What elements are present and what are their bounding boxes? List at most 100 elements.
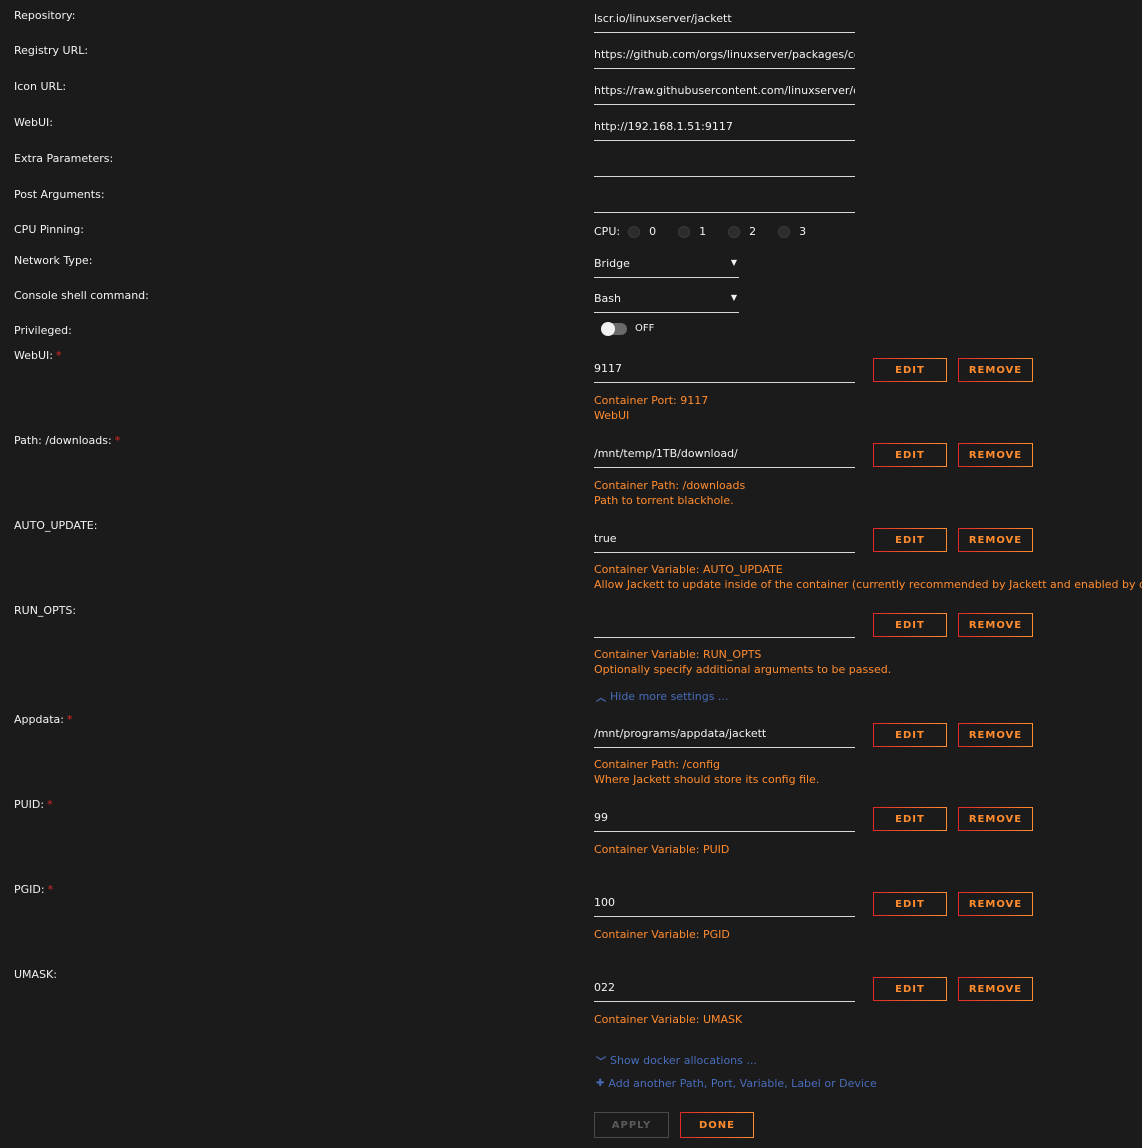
edit-button[interactable]: EDIT — [873, 613, 947, 637]
edit-button[interactable]: EDIT — [873, 807, 947, 831]
config-auto-update-input[interactable]: true — [594, 527, 855, 553]
config-desc-line1: Container Variable: UMASK — [594, 1013, 743, 1026]
config-value: 022 — [594, 981, 615, 994]
hide-more-settings-text: Hide more settings ... — [610, 690, 729, 703]
hide-more-settings-link[interactable]: ︿ Hide more settings ... — [596, 689, 728, 704]
config-label-downloads: Path: /downloads: * — [14, 434, 120, 448]
config-desc-line2: Optionally specify additional arguments … — [594, 663, 892, 676]
show-docker-allocations-text: Show docker allocations ... — [610, 1054, 757, 1067]
remove-button[interactable]: REMOVE — [958, 723, 1033, 747]
cpu-0-checkbox[interactable] — [628, 225, 641, 238]
config-desc-line1: Container Variable: PGID — [594, 928, 730, 941]
config-label-webui: WebUI: * — [14, 349, 61, 363]
config-run-opts-input[interactable] — [594, 612, 855, 638]
config-desc-line1: Container Variable: PUID — [594, 843, 730, 856]
required-marker: * — [47, 883, 54, 896]
label-post-arguments: Post Arguments: — [14, 188, 105, 201]
config-description: Container Path: /config Where Jackett sho… — [594, 757, 819, 787]
config-label-text: AUTO_UPDATE: — [14, 519, 98, 532]
console-shell-value: Bash — [594, 292, 621, 305]
cpu-3-checkbox[interactable] — [778, 225, 791, 238]
chevron-down-icon: ﹀ — [596, 1057, 606, 1068]
config-desc-line1: Container Path: /downloads — [594, 479, 746, 492]
required-marker: * — [114, 434, 121, 447]
edit-button[interactable]: EDIT — [873, 443, 947, 467]
privileged-toggle[interactable] — [601, 322, 627, 336]
cpu-1-label: 1 — [699, 225, 707, 238]
apply-button[interactable]: APPLY — [594, 1112, 669, 1138]
config-label-puid: PUID: * — [14, 798, 53, 812]
network-type-select[interactable]: Bridge ▼ — [594, 252, 739, 278]
edit-button[interactable]: EDIT — [873, 358, 947, 382]
config-value: 100 — [594, 896, 615, 909]
edit-button[interactable]: EDIT — [873, 977, 947, 1001]
edit-button[interactable]: EDIT — [873, 892, 947, 916]
remove-button[interactable]: REMOVE — [958, 528, 1033, 552]
add-another-link[interactable]: ✚ Add another Path, Port, Variable, Label… — [596, 1077, 877, 1090]
caret-down-icon: ▼ — [730, 293, 737, 302]
plus-icon: ✚ — [596, 1078, 605, 1089]
config-umask-input[interactable]: 022 — [594, 976, 855, 1002]
config-webui-input[interactable]: 9117 — [594, 357, 855, 383]
network-type-value: Bridge — [594, 257, 630, 270]
repository-input[interactable]: lscr.io/linuxserver/jackett — [594, 7, 855, 33]
label-icon-url: Icon URL: — [14, 80, 67, 93]
edit-button[interactable]: EDIT — [873, 528, 947, 552]
required-marker: * — [47, 798, 53, 811]
config-downloads-input[interactable]: /mnt/temp/1TB/download/ — [594, 442, 855, 468]
privileged-state: OFF — [635, 323, 655, 334]
remove-button[interactable]: REMOVE — [958, 358, 1033, 382]
config-desc-line2: Where Jackett should store its config fi… — [594, 773, 820, 786]
required-marker: * — [55, 349, 62, 362]
label-webui: WebUI: — [14, 116, 53, 129]
cpu-0-label: 0 — [649, 225, 657, 238]
config-label-text: RUN_OPTS: — [14, 604, 77, 617]
config-desc-line2: Path to torrent blackhole. — [594, 494, 734, 507]
config-value: 9117 — [594, 362, 622, 375]
post-arguments-input[interactable] — [594, 187, 855, 213]
config-label-umask: UMASK: — [14, 968, 57, 982]
config-description: Container Path: /downloads Path to torren… — [594, 478, 745, 508]
remove-button[interactable]: REMOVE — [958, 892, 1033, 916]
cpu-2-checkbox[interactable] — [728, 225, 741, 238]
caret-down-icon: ▼ — [730, 258, 737, 267]
config-desc-line1: Container Variable: RUN_OPTS — [594, 648, 762, 661]
console-shell-select[interactable]: Bash ▼ — [594, 287, 739, 313]
config-label-text: Appdata: — [14, 713, 64, 726]
edit-button[interactable]: EDIT — [873, 723, 947, 747]
config-desc-line1: Container Path: /config — [594, 758, 720, 771]
remove-button[interactable]: REMOVE — [958, 613, 1033, 637]
toggle-knob — [601, 322, 615, 336]
done-button[interactable]: DONE — [680, 1112, 754, 1138]
icon-url-value: https://raw.githubusercontent.com/linuxs… — [594, 84, 855, 97]
remove-button[interactable]: REMOVE — [958, 807, 1033, 831]
config-pgid-input[interactable]: 100 — [594, 891, 855, 917]
show-docker-allocations-link[interactable]: ﹀ Show docker allocations ... — [596, 1053, 757, 1068]
cpu-1-checkbox[interactable] — [678, 225, 691, 238]
config-value: /mnt/temp/1TB/download/ — [594, 447, 738, 460]
cpu-3-label: 3 — [799, 225, 807, 238]
webui-input[interactable]: http://192.168.1.51:9117 — [594, 115, 855, 141]
cpu-2-label: 2 — [749, 225, 757, 238]
remove-button[interactable]: REMOVE — [958, 443, 1033, 467]
extra-parameters-input[interactable] — [594, 151, 855, 177]
config-description: Container Variable: UMASK — [594, 1012, 742, 1027]
config-label-text: UMASK: — [14, 968, 57, 981]
config-label-run-opts: RUN_OPTS: — [14, 604, 76, 618]
chevron-up-icon: ︿ — [596, 693, 606, 704]
add-another-text: Add another Path, Port, Variable, Label … — [608, 1077, 877, 1090]
config-description: Container Port: 9117 WebUI — [594, 393, 708, 423]
registry-url-input[interactable]: https://github.com/orgs/linuxserver/pack… — [594, 43, 855, 69]
config-label-auto-update: AUTO_UPDATE: — [14, 519, 97, 533]
repository-value: lscr.io/linuxserver/jackett — [594, 12, 732, 25]
config-label-appdata: Appdata: * — [14, 713, 72, 727]
config-appdata-input[interactable]: /mnt/programs/appdata/jackett — [594, 722, 855, 748]
config-label-text: PGID: — [14, 883, 45, 896]
config-label-pgid: PGID: * — [14, 883, 53, 897]
config-value: true — [594, 532, 617, 545]
config-puid-input[interactable]: 99 — [594, 806, 855, 832]
remove-button[interactable]: REMOVE — [958, 977, 1033, 1001]
config-label-text: PUID: — [14, 798, 45, 811]
icon-url-input[interactable]: https://raw.githubusercontent.com/linuxs… — [594, 79, 855, 105]
config-desc-line2: WebUI — [594, 409, 630, 422]
